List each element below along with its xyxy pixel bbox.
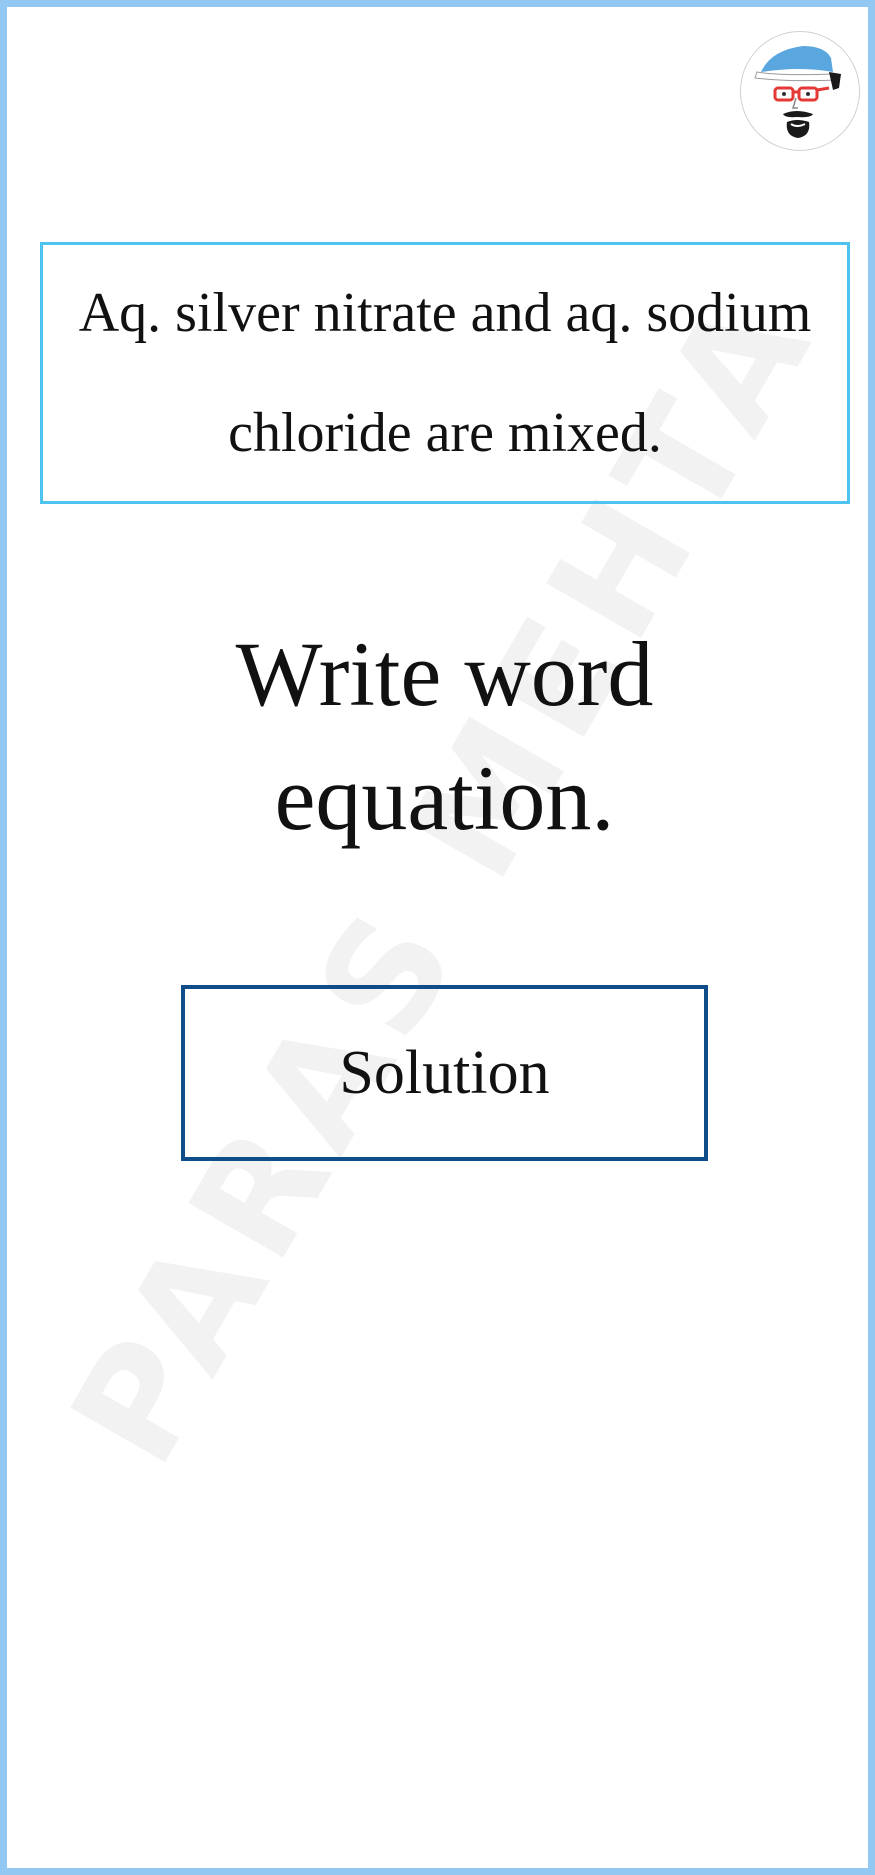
question-box: Aq. silver nitrate and aq. sodium chlori… (40, 242, 850, 504)
solution-button[interactable]: Solution (181, 985, 708, 1161)
avatar (740, 31, 860, 151)
page-frame: PARAS MEHTA Aq. silver nitrate and aq. s… (0, 0, 875, 1875)
question-text: Aq. silver nitrate and aq. sodium chlori… (78, 282, 812, 464)
cartoon-face-avatar-icon (754, 46, 841, 138)
solution-button-label: Solution (339, 1038, 550, 1107)
prompt-heading: Write word equation. (235, 623, 654, 849)
